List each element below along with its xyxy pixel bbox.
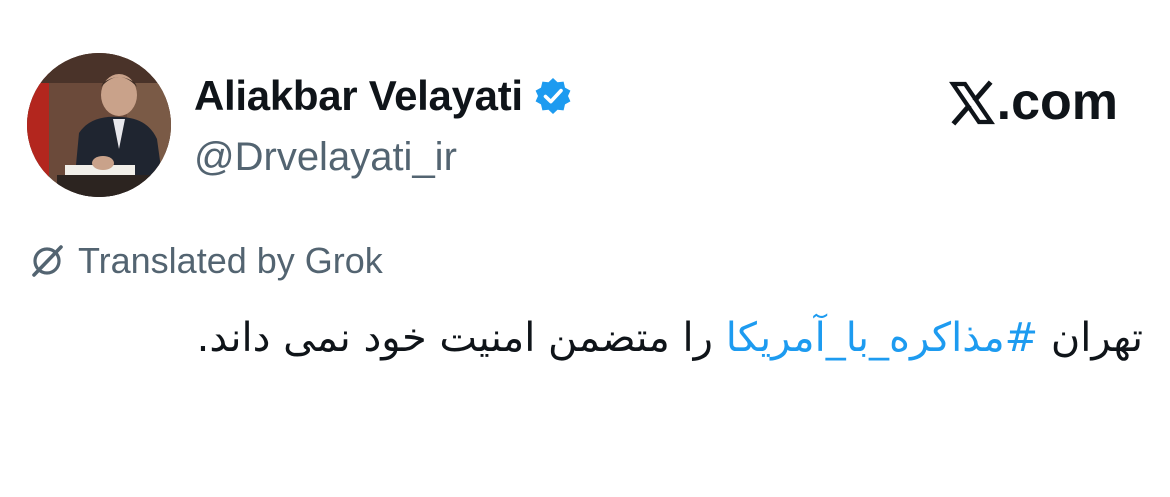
tweet-text: تهران #مذاکره_با_آمریکا را متضمن امنیت خ…	[80, 302, 1143, 374]
x-logo-icon	[948, 79, 995, 126]
tweet-text-after: را متضمن امنیت خود نمی داند.	[196, 315, 726, 361]
brand-watermark: .com	[948, 72, 1118, 132]
display-name[interactable]: Aliakbar Velayati	[194, 70, 523, 122]
grok-icon	[28, 242, 66, 280]
author-handle[interactable]: @Drvelayati_ir	[194, 132, 457, 182]
verified-badge-icon	[533, 76, 573, 116]
translation-note[interactable]: Translated by Grok	[28, 238, 383, 284]
brand-domain-label: .com	[996, 73, 1118, 131]
hashtag-link[interactable]: #مذاکره_با_آمریکا	[726, 315, 1038, 361]
avatar[interactable]	[27, 53, 171, 197]
author-name-row: Aliakbar Velayati	[194, 70, 573, 122]
tweet-text-before: تهران	[1038, 315, 1143, 361]
translation-label: Translated by Grok	[78, 240, 383, 281]
